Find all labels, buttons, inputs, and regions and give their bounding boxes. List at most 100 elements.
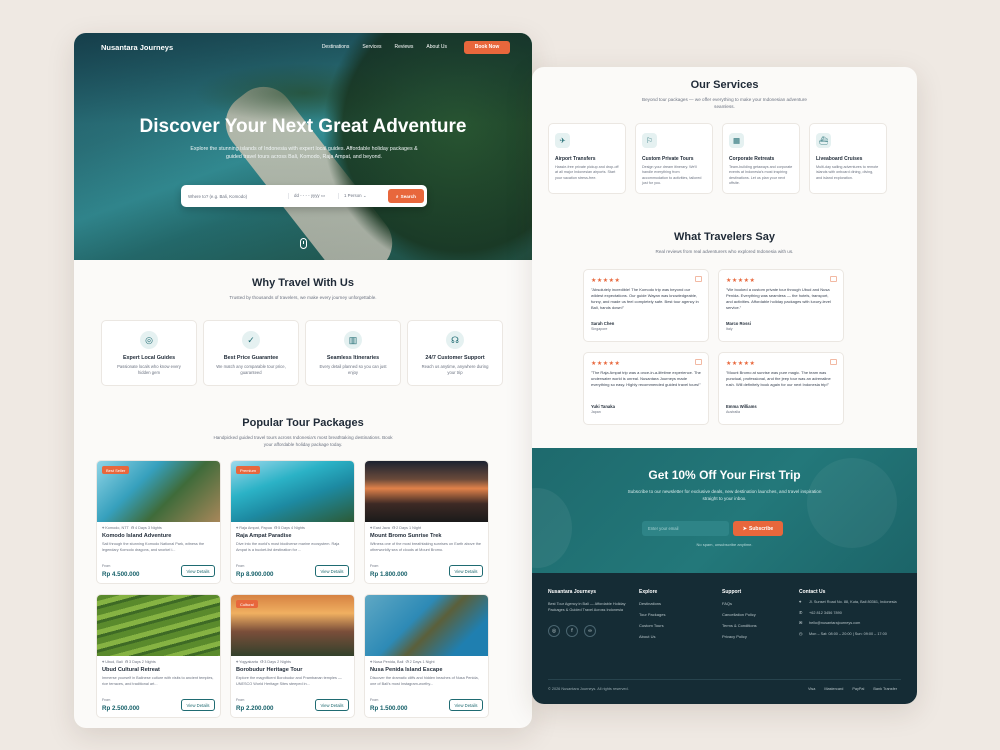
why-subtitle: Trusted by thousands of travelers, we ma…: [229, 295, 377, 300]
tour-name[interactable]: Borobudur Heritage Tour: [231, 664, 354, 673]
tour-name[interactable]: Nusa Penida Island Escape: [365, 664, 488, 673]
plane-icon: ✈: [555, 133, 570, 148]
nav-link-about[interactable]: About Us: [426, 44, 447, 50]
service-desc: Hassle-free private pickup and drop-off …: [555, 165, 619, 180]
nav-link-destinations[interactable]: Destinations: [322, 44, 350, 50]
clock-icon: ◷: [274, 526, 278, 530]
tour-card[interactable]: ⌖ East Java ◷ 2 Days 1 Night Mount Bromo …: [364, 460, 489, 584]
tour-duration: 3 Days 2 Nights: [128, 660, 156, 664]
footer: Nusantara Journeys Best Tour Agency in B…: [532, 573, 917, 704]
tour-card[interactable]: ⌖ Nusa Penida, Bali ◷ 2 Days 1 Night Nusa…: [364, 594, 489, 718]
feature-title: Seamless Itineraries: [326, 355, 380, 361]
price-from-label: From: [236, 698, 245, 702]
footer-link[interactable]: Tour Packages: [639, 612, 665, 617]
footer-link[interactable]: FAQs: [722, 601, 757, 606]
instagram-icon[interactable]: ◎: [548, 624, 560, 637]
nav-link-reviews[interactable]: Reviews: [395, 44, 414, 50]
contact-phone[interactable]: ✆ +62 812 3456 7890: [799, 611, 903, 617]
tour-location: Yogyakarta: [239, 660, 258, 664]
view-details-button[interactable]: View Details: [315, 699, 349, 711]
footer-explore-title: Explore: [639, 589, 658, 595]
feature-card: ✓ Best Price Guarantee We match any comp…: [203, 320, 299, 386]
nav-link-services[interactable]: Services: [362, 44, 381, 50]
search-icon: ⌕: [396, 193, 399, 199]
feature-card: ◎ Expert Local Guides Passionate locals …: [101, 320, 197, 386]
service-desc: Team-building getaways and corporate eve…: [729, 165, 793, 185]
tour-location: Komodo, NTT: [105, 526, 129, 530]
service-card: ✈ Airport Transfers Hassle-free private …: [548, 123, 626, 194]
service-title: Liveaboard Cruises: [816, 156, 863, 162]
chevron-down-icon: ⌄: [362, 193, 367, 198]
footer-brand-col: Nusantara Journeys Best Tour Agency in B…: [548, 589, 636, 637]
destination-input[interactable]: Where to? (e.g. Bali, Komodo): [188, 194, 282, 199]
tour-card[interactable]: Cultural ⌖ Yogyakarta ◷ 3 Days 2 Nights Bo…: [230, 594, 355, 718]
tour-name[interactable]: Raja Ampat Paradise: [231, 530, 354, 539]
tour-desc: Witness one of the most breathtaking sun…: [370, 542, 482, 552]
view-details-button[interactable]: View Details: [449, 699, 483, 711]
services-title: Our Services: [690, 79, 759, 91]
ship-icon: ⛴: [816, 133, 831, 148]
price-from-label: From: [370, 698, 379, 702]
feature-desc: We match any comparable tour price, guar…: [216, 364, 286, 375]
reviewer-name: Marco Rossi: [726, 321, 751, 326]
scroll-down-icon[interactable]: [300, 238, 307, 249]
view-details-button[interactable]: View Details: [181, 565, 215, 577]
tour-image[interactable]: Best Seller: [97, 461, 220, 522]
footer-link[interactable]: Custom Tours: [639, 623, 665, 628]
footer-link[interactable]: Destinations: [639, 601, 665, 606]
feature-desc: Every detail planned so you can just enj…: [319, 364, 387, 375]
book-now-button[interactable]: Book Now: [464, 40, 510, 54]
footer-link[interactable]: Cancellation Policy: [722, 612, 757, 617]
service-card: ⛴ Liveaboard Cruises Multi-day sailing a…: [809, 123, 887, 194]
footer-link[interactable]: Privacy Policy: [722, 634, 757, 639]
footer-link[interactable]: About Us: [639, 634, 665, 639]
view-details-button[interactable]: View Details: [181, 699, 215, 711]
newsletter-section: Get 10% Off Your First Trip Subscribe to…: [532, 448, 917, 573]
view-details-button[interactable]: View Details: [449, 565, 483, 577]
tour-duration: 2 Days 1 Night: [409, 660, 435, 664]
tour-name[interactable]: Mount Bromo Sunrise Trek: [365, 530, 488, 539]
reviews-subtitle: Real reviews from real adventurers who e…: [655, 249, 794, 254]
hero-subtitle: Explore the stunning islands of Indonesi…: [190, 146, 418, 160]
tour-name[interactable]: Komodo Island Adventure: [97, 530, 220, 539]
pin-icon: ⌖: [236, 660, 239, 664]
search-button[interactable]: ⌕ Search: [388, 189, 424, 203]
reviewer-country: Japan: [591, 410, 601, 414]
tour-card[interactable]: Premium ⌖ Raja Ampat, Papua ◷ 5 Days 4 Ni…: [230, 460, 355, 584]
pin-icon: ⌖: [102, 660, 105, 664]
service-card: ▦ Corporate Retreats Team-building getaw…: [722, 123, 800, 194]
brand-logo[interactable]: Nusantara Journeys: [101, 43, 173, 52]
tour-image[interactable]: [365, 461, 488, 522]
star-rating: ★★★★★: [591, 361, 621, 367]
email-field[interactable]: Enter your email: [642, 521, 729, 536]
footer-link[interactable]: Terms & Conditions: [722, 623, 757, 628]
tripadvisor-icon[interactable]: ∞: [584, 624, 596, 637]
payment-visa: Visa: [808, 687, 816, 691]
date-input[interactable]: dd - - - - yyyy ▭: [288, 193, 332, 199]
tour-image[interactable]: Cultural: [231, 595, 354, 656]
calendar-icon: ▭: [320, 193, 326, 198]
subscribe-button[interactable]: ➤ Subscribe: [733, 521, 783, 536]
view-details-button[interactable]: View Details: [315, 565, 349, 577]
tour-desc: Discover the dramatic cliffs and hidden …: [370, 676, 479, 686]
price-from-label: From: [102, 698, 111, 702]
facebook-icon[interactable]: f: [566, 624, 578, 637]
tour-image[interactable]: [97, 595, 220, 656]
tour-name[interactable]: Ubud Cultural Retreat: [97, 664, 220, 673]
feature-card: ▥ Seamless Itineraries Every detail plan…: [305, 320, 401, 386]
reviewer-name: Yuki Tanaka: [591, 404, 615, 409]
tour-image[interactable]: [365, 595, 488, 656]
footer-brand: Nusantara Journeys: [548, 589, 597, 595]
review-card: ★★★★★ "Mount Bromo at sunrise was pure m…: [718, 352, 844, 425]
address-text: Jl. Sunset Road No. 88, Kuta, Bali 80361…: [809, 600, 897, 604]
pin-icon: ⌖: [799, 600, 802, 604]
tour-card[interactable]: Best Seller ⌖ Komodo, NTT ◷ 4 Days 3 Nigh…: [96, 460, 221, 584]
contact-address: ⌖ Jl. Sunset Road No. 88, Kuta, Bali 8036…: [799, 600, 903, 606]
tour-card[interactable]: ⌖ Ubud, Bali ◷ 3 Days 2 Nights Ubud Cultu…: [96, 594, 221, 718]
social-links: ◎ f ∞: [548, 624, 636, 637]
tour-image[interactable]: Premium: [231, 461, 354, 522]
contact-email[interactable]: ✉ hello@nusantarajourneys.com: [799, 621, 903, 627]
search-bar: Where to? (e.g. Bali, Komodo) dd - - - -…: [181, 185, 427, 207]
people-select[interactable]: 1 Person ⌄: [338, 193, 374, 199]
phone-icon: ✆: [799, 610, 803, 615]
